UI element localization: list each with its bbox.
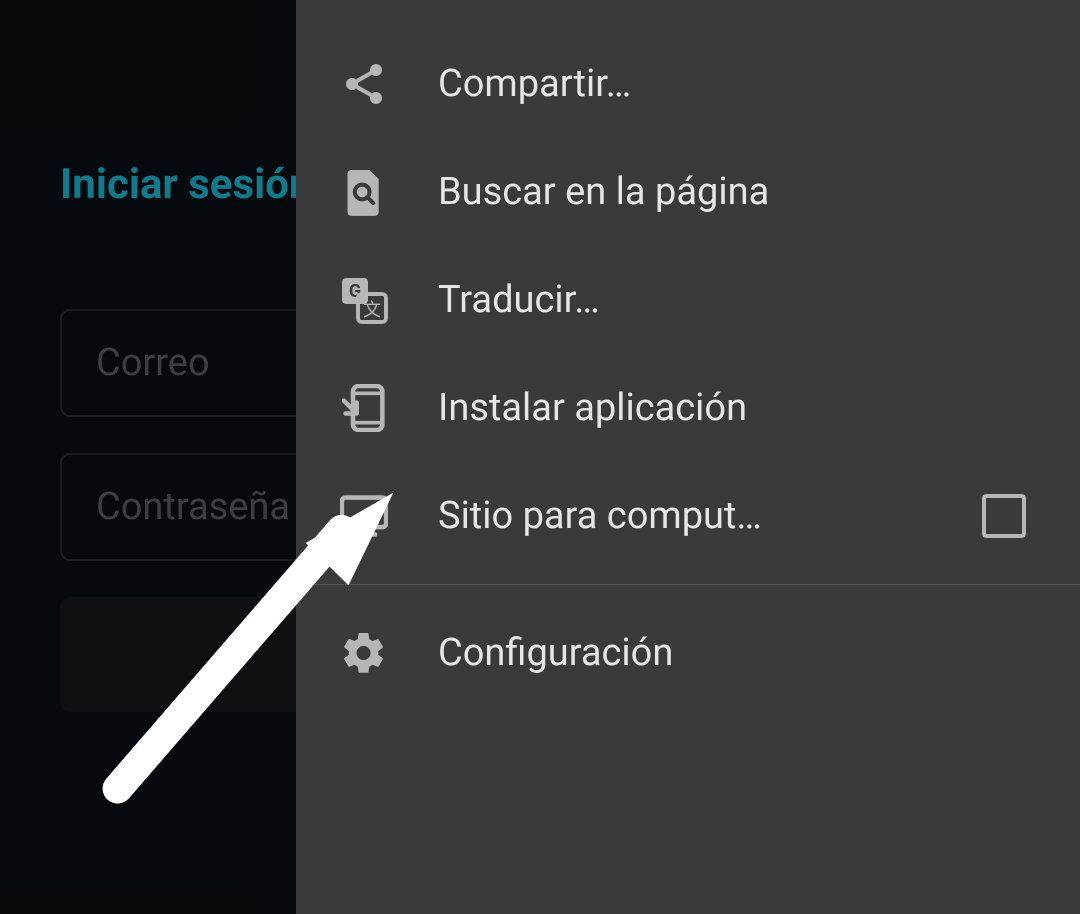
- menu-item-label: Sitio para comput…: [438, 494, 932, 538]
- svg-text:文: 文: [363, 300, 381, 321]
- find-in-page-icon: [340, 168, 388, 216]
- menu-item-label: Instalar aplicación: [438, 386, 1036, 430]
- browser-menu: Compartir… Buscar en la página G 文 Tradu…: [296, 0, 1080, 914]
- translate-icon: G 文: [340, 276, 388, 324]
- menu-item-share[interactable]: Compartir…: [296, 30, 1080, 138]
- menu-item-label: Traducir…: [438, 278, 1036, 322]
- menu-item-find-in-page[interactable]: Buscar en la página: [296, 138, 1080, 246]
- gear-icon: [340, 629, 388, 677]
- menu-item-desktop-site[interactable]: Sitio para comput…: [296, 462, 1080, 570]
- menu-item-label: Compartir…: [438, 62, 1036, 106]
- menu-item-label: Buscar en la página: [438, 170, 1036, 214]
- share-icon: [340, 60, 388, 108]
- menu-item-install-app[interactable]: Instalar aplicación: [296, 354, 1080, 462]
- menu-divider: [296, 584, 1080, 585]
- menu-item-label: Configuración: [438, 631, 1036, 675]
- menu-item-translate[interactable]: G 文 Traducir…: [296, 246, 1080, 354]
- desktop-site-checkbox[interactable]: [982, 494, 1026, 538]
- desktop-icon: [340, 492, 388, 540]
- install-app-icon: [340, 384, 388, 432]
- menu-item-settings[interactable]: Configuración: [296, 599, 1080, 707]
